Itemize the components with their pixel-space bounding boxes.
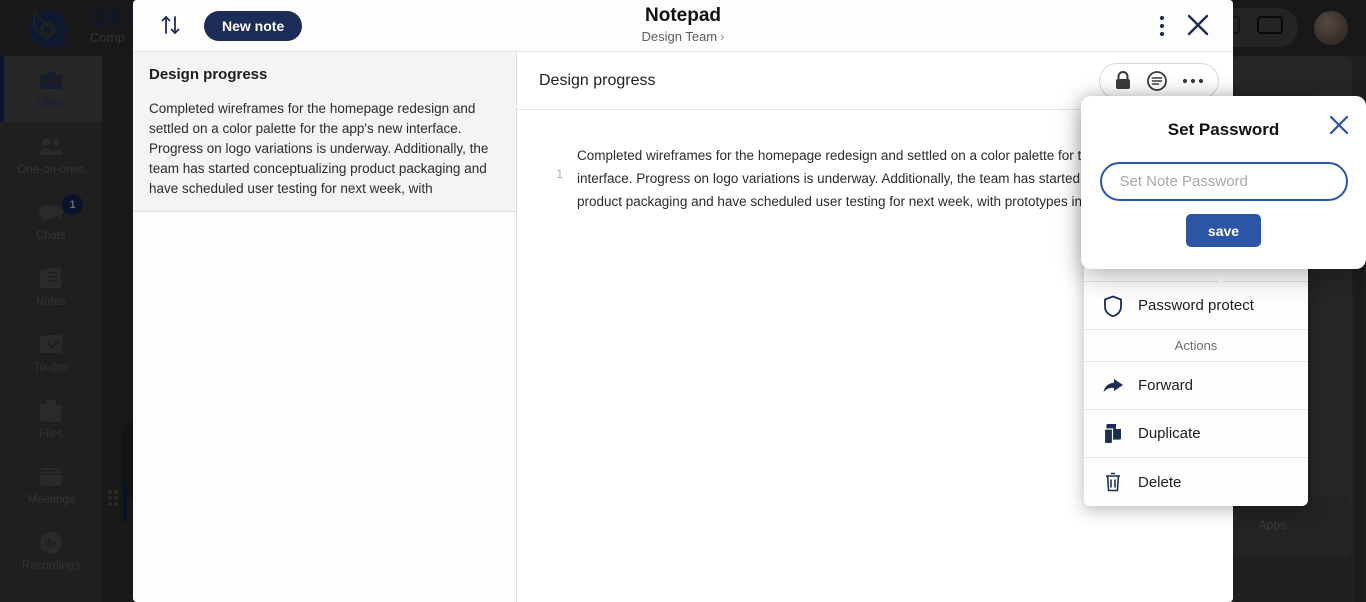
comment-icon[interactable] bbox=[1146, 70, 1168, 92]
note-card-title: Design progress bbox=[149, 66, 268, 83]
password-input[interactable] bbox=[1099, 162, 1348, 201]
close-icon[interactable] bbox=[1185, 12, 1211, 43]
menu-item-label: Delete bbox=[1138, 473, 1182, 491]
forward-arrow-icon bbox=[1102, 376, 1124, 396]
menu-item-forward[interactable]: Forward bbox=[1084, 362, 1308, 410]
note-card-preview: Completed wireframes for the homepage re… bbox=[149, 101, 489, 196]
dialog-tail bbox=[1207, 268, 1235, 284]
notepad-modal: New note Notepad Design Team › Design pro… bbox=[133, 0, 1233, 602]
dialog-title: Set Password bbox=[1167, 120, 1280, 139]
screen-root: Office One-on-ones 1 Chats Notes To-dos … bbox=[0, 0, 1366, 602]
menu-item-duplicate[interactable]: Duplicate bbox=[1084, 410, 1308, 458]
note-list: Design progress Completed wireframes for… bbox=[133, 52, 517, 602]
menu-section-actions: Actions bbox=[1084, 330, 1308, 362]
menu-item-delete[interactable]: Delete bbox=[1084, 458, 1308, 506]
more-vertical-icon[interactable] bbox=[1159, 15, 1165, 42]
breadcrumb[interactable]: Design Team › bbox=[133, 28, 1233, 46]
menu-item-label: Password protect bbox=[1138, 297, 1254, 314]
breadcrumb-label: Design Team bbox=[641, 29, 718, 44]
notepad-header: New note Notepad Design Team › bbox=[133, 0, 1233, 52]
editor-toolbar bbox=[1099, 63, 1219, 99]
close-icon[interactable] bbox=[1328, 114, 1350, 141]
page-title: Notepad bbox=[645, 5, 721, 26]
lock-icon[interactable] bbox=[1114, 70, 1132, 92]
menu-item-label: Duplicate bbox=[1138, 425, 1201, 442]
more-horizontal-icon[interactable] bbox=[1182, 77, 1204, 85]
menu-item-label: Forward bbox=[1138, 377, 1194, 394]
chevron-right-icon: › bbox=[720, 29, 725, 44]
editor-note-title: Design progress bbox=[539, 71, 656, 89]
menu-item-password-protect[interactable]: Password protect bbox=[1084, 282, 1308, 330]
line-number: 1 bbox=[556, 167, 563, 181]
duplicate-icon bbox=[1102, 423, 1124, 445]
set-password-dialog: Set Password save bbox=[1081, 96, 1366, 269]
shield-icon bbox=[1102, 295, 1124, 317]
save-button[interactable]: save bbox=[1185, 214, 1262, 247]
trash-icon bbox=[1102, 471, 1124, 493]
notepad-body: Design progress Completed wireframes for… bbox=[133, 52, 1233, 602]
notepad-title-block: Notepad Design Team › bbox=[133, 4, 1233, 46]
list-item[interactable]: Design progress Completed wireframes for… bbox=[133, 52, 516, 212]
